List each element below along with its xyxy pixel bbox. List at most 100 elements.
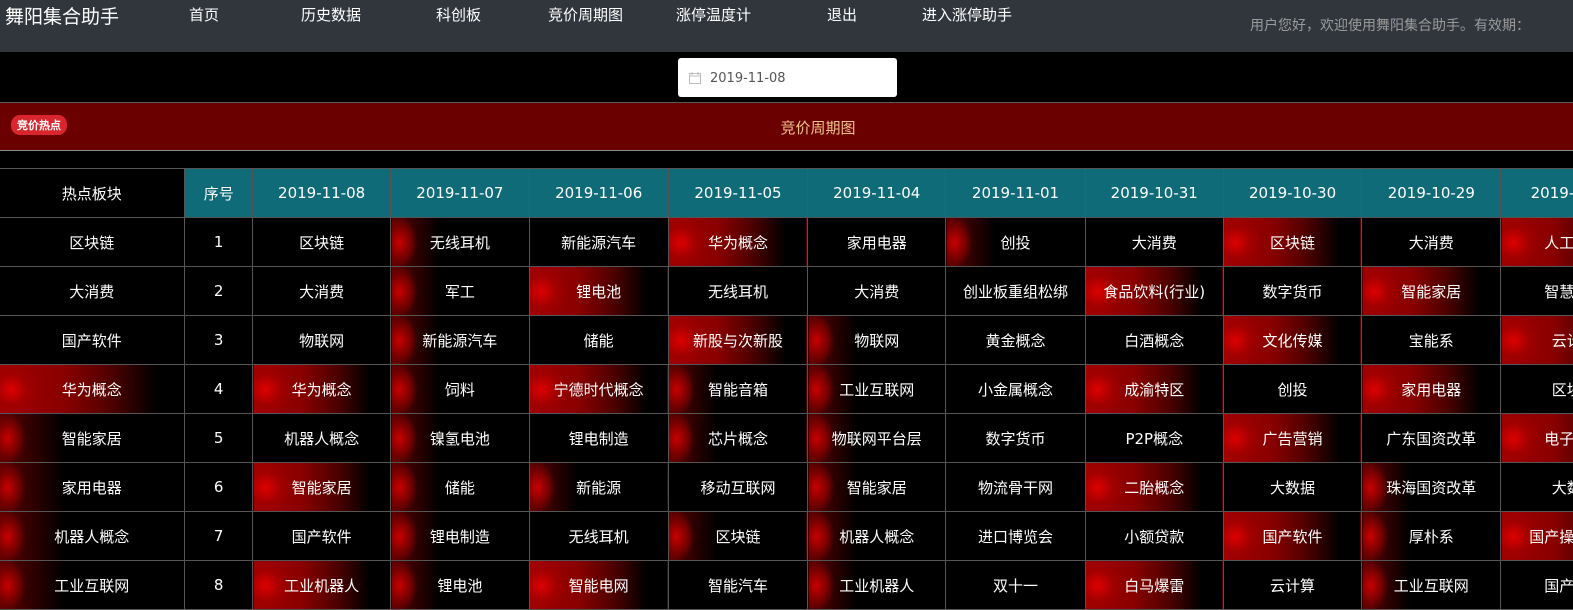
sector-cell[interactable]: 华为概念 — [251, 364, 392, 414]
sector-cell[interactable]: 物联网 — [807, 315, 947, 365]
sector-cell[interactable]: 新能源汽车 — [390, 315, 530, 365]
sector-cell[interactable]: 创投 — [1222, 364, 1363, 414]
sector-cell[interactable]: 白酒概念 — [1084, 315, 1224, 365]
sector-cell[interactable]: 大数据 — [1500, 462, 1573, 512]
sector-cell[interactable]: 国产软件 — [1222, 511, 1363, 561]
sector-cell[interactable]: 储能 — [390, 462, 530, 512]
nav-auction-cycle-chart[interactable]: 竞价周期图 — [548, 4, 623, 25]
sector-cell[interactable]: 智能汽车 — [667, 560, 809, 610]
sector-cell[interactable]: 新股与次新股 — [667, 315, 809, 365]
sector-cell[interactable]: 数字货币 — [945, 413, 1086, 463]
sector-cell[interactable]: 新能源 — [528, 462, 669, 512]
sector-cell[interactable]: 镍氢电池 — [390, 413, 530, 463]
hot-sector-cell[interactable]: 家用电器 — [0, 462, 186, 512]
sector-cell[interactable]: 锂电池 — [528, 266, 669, 316]
sector-cell[interactable]: 食品饮料(行业) — [1084, 266, 1224, 316]
sector-cell[interactable]: 国产软件 — [1500, 560, 1573, 610]
sector-cell[interactable]: 宝能系 — [1361, 315, 1502, 365]
sector-cell[interactable]: 饲料 — [390, 364, 530, 414]
sector-cell[interactable]: 新能源汽车 — [528, 217, 669, 267]
sector-cell[interactable]: 广告营销 — [1222, 413, 1363, 463]
nav-logout[interactable]: 退出 — [827, 4, 857, 25]
sector-cell[interactable]: 人工智能 — [1500, 217, 1573, 267]
sector-cell[interactable]: 物流骨干网 — [945, 462, 1086, 512]
sector-cell[interactable]: 华为概念 — [667, 217, 809, 267]
sector-cell[interactable]: 大消费 — [251, 266, 392, 316]
sector-cell[interactable]: 无线耳机 — [667, 266, 809, 316]
hot-sector-cell[interactable]: 大消费 — [0, 266, 186, 316]
nav-home[interactable]: 首页 — [189, 4, 219, 25]
sector-cell[interactable]: 广东国资改革 — [1361, 413, 1502, 463]
sector-cell[interactable]: 数字货币 — [1222, 266, 1363, 316]
sector-cell[interactable]: 家用电器 — [807, 217, 947, 267]
sector-cell[interactable]: 双十一 — [945, 560, 1086, 610]
sector-cell[interactable]: 黄金概念 — [945, 315, 1086, 365]
nav-limit-up-thermometer[interactable]: 涨停温度计 — [676, 4, 751, 25]
sector-cell[interactable]: 创投 — [945, 217, 1086, 267]
nav-history-data[interactable]: 历史数据 — [301, 4, 361, 25]
sector-cell[interactable]: 国产软件 — [251, 511, 392, 561]
sector-cell[interactable]: 区块链 — [667, 511, 809, 561]
sector-cell[interactable]: 工业互联网 — [1361, 560, 1502, 610]
date-input[interactable] — [708, 67, 892, 89]
sector-cell[interactable]: 区块链 — [251, 217, 392, 267]
date-picker[interactable] — [678, 58, 897, 97]
hot-sector-cell[interactable]: 区块链 — [0, 217, 186, 267]
sector-cell[interactable]: 大消费 — [1084, 217, 1224, 267]
sector-cell[interactable]: 无线耳机 — [390, 217, 530, 267]
sector-cell[interactable]: 锂电制造 — [528, 413, 669, 463]
sector-cell[interactable]: 二胎概念 — [1084, 462, 1224, 512]
sector-cell[interactable]: 电子信息 — [1500, 413, 1573, 463]
sector-cell[interactable]: 厚朴系 — [1361, 511, 1502, 561]
sector-cell[interactable]: 智能电网 — [528, 560, 669, 610]
sector-cell[interactable]: 区块链 — [1222, 217, 1363, 267]
sector-cell[interactable]: 芯片概念 — [667, 413, 809, 463]
sector-cell[interactable]: 军工 — [390, 266, 530, 316]
sector-cell[interactable]: 锂电制造 — [390, 511, 530, 561]
sector-cell[interactable]: 云计算 — [1500, 315, 1573, 365]
sector-cell[interactable]: 珠海国资改革 — [1361, 462, 1502, 512]
sector-cell[interactable]: 宁德时代概念 — [528, 364, 669, 414]
sector-cell[interactable]: 成渝特区 — [1084, 364, 1224, 414]
sector-cell[interactable]: 移动互联网 — [667, 462, 809, 512]
sector-cell[interactable]: 智能家居 — [807, 462, 947, 512]
sector-cell[interactable]: 小额贷款 — [1084, 511, 1224, 561]
brand-title[interactable]: 舞阳集合助手 — [5, 2, 119, 29]
header-date: 2019-11-08 — [251, 168, 392, 218]
sector-cell[interactable]: 大消费 — [807, 266, 947, 316]
nav-star-market[interactable]: 科创板 — [436, 4, 481, 25]
hot-sector-cell[interactable]: 工业互联网 — [0, 560, 186, 610]
sector-cell[interactable]: 智慧城市 — [1500, 266, 1573, 316]
sector-cell[interactable]: 云计算 — [1222, 560, 1363, 610]
hot-sector-cell[interactable]: 华为概念 — [0, 364, 186, 414]
sector-cell[interactable]: 创业板重组松绑 — [945, 266, 1086, 316]
sector-cell[interactable]: 文化传媒 — [1222, 315, 1363, 365]
sector-cell[interactable]: 工业机器人 — [251, 560, 392, 610]
sector-cell[interactable]: 锂电池 — [390, 560, 530, 610]
sector-cell[interactable]: 国产操作系统 — [1500, 511, 1573, 561]
sector-cell[interactable]: 机器人概念 — [807, 511, 947, 561]
sector-cell[interactable]: 区块链 — [1500, 364, 1573, 414]
sector-cell[interactable]: 智能家居 — [251, 462, 392, 512]
sector-cell[interactable]: 小金属概念 — [945, 364, 1086, 414]
sector-cell[interactable]: 储能 — [528, 315, 669, 365]
sector-cell[interactable]: 白马爆雷 — [1084, 560, 1224, 610]
sector-cell[interactable]: 大消费 — [1361, 217, 1502, 267]
sector-cell[interactable]: 无线耳机 — [528, 511, 669, 561]
nav-limit-up-assistant[interactable]: 进入涨停助手 — [922, 4, 1012, 25]
sector-cell[interactable]: 家用电器 — [1361, 364, 1502, 414]
hot-sector-cell[interactable]: 机器人概念 — [0, 511, 186, 561]
sector-cell[interactable]: 机器人概念 — [251, 413, 392, 463]
sector-cell[interactable]: P2P概念 — [1084, 413, 1224, 463]
sector-cell[interactable]: 进口博览会 — [945, 511, 1086, 561]
sector-cell[interactable]: 智能家居 — [1361, 266, 1502, 316]
hot-sector-cell[interactable]: 智能家居 — [0, 413, 186, 463]
calendar-icon — [689, 69, 701, 88]
sector-cell[interactable]: 工业机器人 — [807, 560, 947, 610]
sector-cell[interactable]: 大数据 — [1222, 462, 1363, 512]
hot-sector-cell[interactable]: 国产软件 — [0, 315, 186, 365]
sector-cell[interactable]: 物联网 — [251, 315, 392, 365]
sector-cell[interactable]: 智能音箱 — [667, 364, 809, 414]
sector-cell[interactable]: 物联网平台层 — [807, 413, 947, 463]
sector-cell[interactable]: 工业互联网 — [807, 364, 947, 414]
